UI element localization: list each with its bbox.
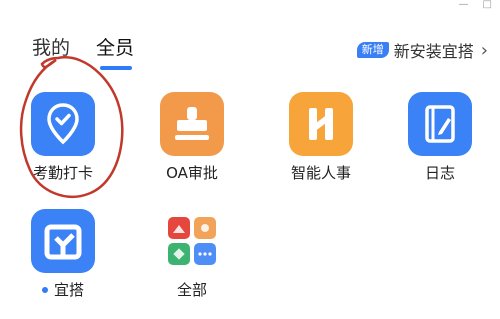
app-label: 宜搭 [53, 281, 84, 299]
minimize-button[interactable]: — [459, 0, 469, 12]
new-dot-indicator [41, 287, 48, 293]
app-oa-approval[interactable]: OA审批 [147, 92, 237, 182]
new-install-link[interactable]: 新增 新安装宜搭 › [356, 38, 488, 62]
app-all[interactable]: 全部 [147, 209, 237, 299]
app-label: 全部 [176, 281, 207, 299]
app-attendance[interactable]: 考勤打卡 [18, 92, 108, 182]
active-tab-indicator [100, 66, 133, 70]
tab-all-staff[interactable]: 全员 [96, 37, 135, 70]
h-logo-icon [289, 92, 353, 156]
app-label: 日志 [424, 164, 455, 182]
window-controls: — □ [420, 0, 500, 12]
app-label: 智能人事 [290, 164, 351, 182]
app-smart-hr[interactable]: 智能人事 [276, 92, 366, 182]
new-install-text: 新安装宜搭 [393, 42, 474, 61]
tab-bar: 我的 全员 [32, 37, 135, 70]
maximize-button[interactable]: □ [483, 0, 492, 12]
app-label: OA审批 [166, 164, 218, 182]
yida-logo-icon [31, 209, 95, 273]
grid-apps-icon [160, 209, 224, 273]
location-check-icon [31, 92, 95, 156]
app-journal[interactable]: 日志 [395, 92, 485, 182]
tab-all-staff-label: 全员 [96, 37, 135, 59]
notebook-pen-icon [408, 92, 472, 156]
chevron-right-icon: › [480, 39, 488, 61]
app-label: 考勤打卡 [32, 164, 93, 182]
stamp-icon [160, 92, 224, 156]
new-badge: 新增 [356, 42, 389, 58]
app-yida[interactable]: 宜搭 [18, 209, 108, 299]
tab-mine[interactable]: 我的 [32, 37, 70, 59]
